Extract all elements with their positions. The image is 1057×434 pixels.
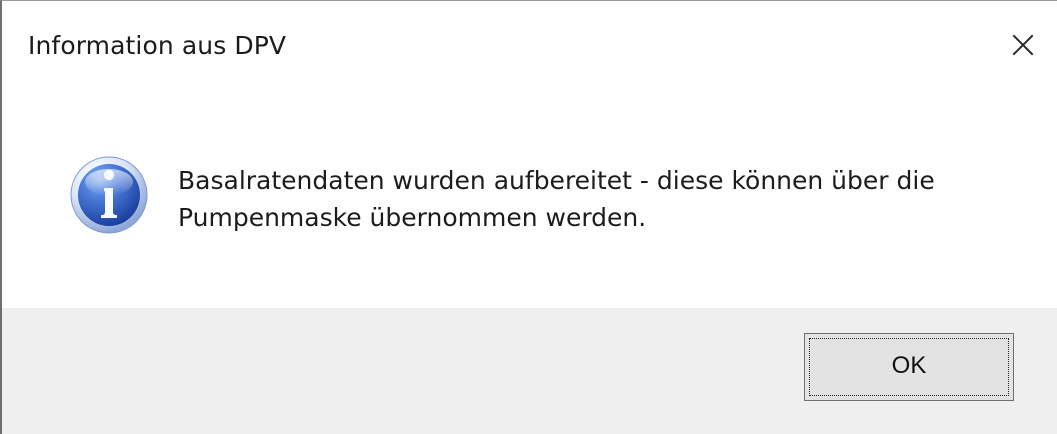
info-icon	[70, 156, 148, 234]
ok-button[interactable]: OK	[804, 333, 1014, 401]
message-line-1: Basalratendaten wurden aufbereitet - die…	[178, 166, 935, 195]
message-line-2: Pumpenmaske übernommen werden.	[178, 203, 647, 232]
close-button[interactable]	[989, 1, 1057, 89]
message-text: Basalratendaten wurden aufbereitet - die…	[178, 162, 1028, 236]
button-bar: OK	[2, 308, 1057, 434]
close-icon	[1012, 34, 1034, 56]
title-bar: Information aus DPV	[2, 1, 1057, 89]
ok-button-label: OK	[891, 352, 927, 379]
dialog-content: Basalratendaten wurden aufbereitet - die…	[2, 89, 1057, 308]
message-dialog: Information aus DPV Basalratendaten wurd…	[0, 0, 1057, 434]
dialog-title: Information aus DPV	[28, 31, 287, 60]
